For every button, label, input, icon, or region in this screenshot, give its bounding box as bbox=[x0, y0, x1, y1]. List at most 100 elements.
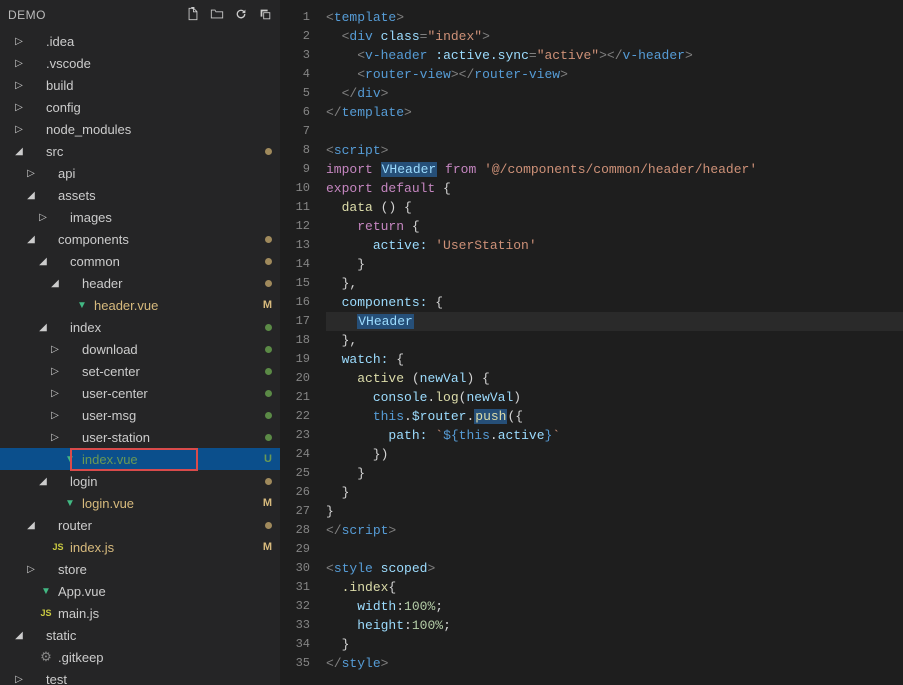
file-label: src bbox=[46, 144, 265, 159]
code-line[interactable]: return { bbox=[326, 217, 903, 236]
new-folder-icon[interactable] bbox=[210, 7, 224, 24]
code-line[interactable]: } bbox=[326, 464, 903, 483]
code-line[interactable]: } bbox=[326, 255, 903, 274]
code-line[interactable] bbox=[326, 540, 903, 559]
code-line[interactable]: </style> bbox=[326, 654, 903, 673]
file-item[interactable]: ▼index.vueU bbox=[0, 448, 280, 470]
code-line[interactable] bbox=[326, 122, 903, 141]
git-status-dot bbox=[265, 412, 272, 419]
file-item[interactable]: ▼header.vueM bbox=[0, 294, 280, 316]
gear-icon: ⚙ bbox=[38, 649, 54, 665]
folder-item[interactable]: ▷ api bbox=[0, 162, 280, 184]
file-label: images bbox=[70, 210, 272, 225]
folder-item[interactable]: ▷user-center bbox=[0, 382, 280, 404]
file-label: .gitkeep bbox=[58, 650, 272, 665]
code-line[interactable]: <div class="index"> bbox=[326, 27, 903, 46]
folder-item[interactable]: ▷.vscode bbox=[0, 52, 280, 74]
code-line[interactable]: path: `${this.active}` bbox=[326, 426, 903, 445]
git-status-dot bbox=[265, 390, 272, 397]
file-label: test bbox=[46, 672, 272, 685]
folder-item[interactable]: ◢index bbox=[0, 316, 280, 338]
line-number: 29 bbox=[280, 540, 310, 559]
folder-item[interactable]: ▷ images bbox=[0, 206, 280, 228]
chevron-icon: ◢ bbox=[48, 278, 62, 289]
folder-item[interactable]: ◢static bbox=[0, 624, 280, 646]
file-item[interactable]: ⚙ .gitkeep bbox=[0, 646, 280, 668]
code-line[interactable]: active: 'UserStation' bbox=[326, 236, 903, 255]
line-number: 20 bbox=[280, 369, 310, 388]
code-line[interactable]: <v-header :active.sync="active"></v-head… bbox=[326, 46, 903, 65]
folder-item[interactable]: ◢assets bbox=[0, 184, 280, 206]
folder-item[interactable]: ◢router bbox=[0, 514, 280, 536]
folder-item[interactable]: ◢components bbox=[0, 228, 280, 250]
folder-item[interactable]: ▷user-station bbox=[0, 426, 280, 448]
code-line[interactable]: } bbox=[326, 483, 903, 502]
folder-item[interactable]: ◢login bbox=[0, 470, 280, 492]
code-line[interactable]: width:100%; bbox=[326, 597, 903, 616]
folder-item[interactable]: ▷build bbox=[0, 74, 280, 96]
code-line[interactable]: import VHeader from '@/components/common… bbox=[326, 160, 903, 179]
file-label: main.js bbox=[58, 606, 272, 621]
line-number: 18 bbox=[280, 331, 310, 350]
file-label: .vscode bbox=[46, 56, 272, 71]
new-file-icon[interactable] bbox=[186, 7, 200, 24]
folder-item[interactable]: ▷.idea bbox=[0, 30, 280, 52]
file-label: common bbox=[70, 254, 265, 269]
folder-item[interactable]: ▷download bbox=[0, 338, 280, 360]
code-content[interactable]: <template> <div class="index"> <v-header… bbox=[326, 0, 903, 685]
chevron-icon: ◢ bbox=[36, 322, 50, 333]
line-number: 32 bbox=[280, 597, 310, 616]
folder-item[interactable]: ▷node_modules bbox=[0, 118, 280, 140]
folder-item[interactable]: ▷set-center bbox=[0, 360, 280, 382]
code-line[interactable]: } bbox=[326, 502, 903, 521]
code-line[interactable]: components: { bbox=[326, 293, 903, 312]
code-line[interactable]: console.log(newVal) bbox=[326, 388, 903, 407]
code-line[interactable]: }) bbox=[326, 445, 903, 464]
folder-item[interactable]: ▷store bbox=[0, 558, 280, 580]
chevron-icon: ◢ bbox=[36, 256, 50, 267]
file-label: assets bbox=[58, 188, 272, 203]
code-line[interactable]: } bbox=[326, 635, 903, 654]
folder-item[interactable]: ▷config bbox=[0, 96, 280, 118]
file-item[interactable]: JSindex.jsM bbox=[0, 536, 280, 558]
code-line[interactable]: }, bbox=[326, 274, 903, 293]
code-line[interactable]: </script> bbox=[326, 521, 903, 540]
chevron-icon: ▷ bbox=[36, 212, 50, 223]
file-label: api bbox=[58, 166, 272, 181]
code-line[interactable]: export default { bbox=[326, 179, 903, 198]
code-line[interactable]: <template> bbox=[326, 8, 903, 27]
line-number: 35 bbox=[280, 654, 310, 673]
folder-item[interactable]: ◢src bbox=[0, 140, 280, 162]
folder-item[interactable]: ▷user-msg bbox=[0, 404, 280, 426]
code-line[interactable]: </div> bbox=[326, 84, 903, 103]
folder-item[interactable]: ◢ common bbox=[0, 250, 280, 272]
code-line[interactable]: <script> bbox=[326, 141, 903, 160]
code-line[interactable]: <style scoped> bbox=[326, 559, 903, 578]
line-number: 3 bbox=[280, 46, 310, 65]
code-line[interactable]: active (newVal) { bbox=[326, 369, 903, 388]
code-line[interactable]: </template> bbox=[326, 103, 903, 122]
folder-item[interactable]: ▷test bbox=[0, 668, 280, 685]
code-line[interactable]: height:100%; bbox=[326, 616, 903, 635]
line-number: 21 bbox=[280, 388, 310, 407]
file-item[interactable]: ▼App.vue bbox=[0, 580, 280, 602]
chevron-icon: ◢ bbox=[12, 630, 26, 641]
file-item[interactable]: ▼login.vueM bbox=[0, 492, 280, 514]
code-line[interactable]: VHeader bbox=[326, 312, 903, 331]
code-line[interactable]: }, bbox=[326, 331, 903, 350]
file-item[interactable]: JSmain.js bbox=[0, 602, 280, 624]
code-editor[interactable]: 1234567891011121314151617181920212223242… bbox=[280, 0, 903, 685]
folder-item[interactable]: ◢header bbox=[0, 272, 280, 294]
refresh-icon[interactable] bbox=[234, 7, 248, 24]
chevron-icon: ▷ bbox=[12, 36, 26, 47]
chevron-icon: ▷ bbox=[24, 168, 38, 179]
collapse-all-icon[interactable] bbox=[258, 7, 272, 24]
line-number: 26 bbox=[280, 483, 310, 502]
code-line[interactable]: data () { bbox=[326, 198, 903, 217]
code-line[interactable]: <router-view></router-view> bbox=[326, 65, 903, 84]
line-number: 9 bbox=[280, 160, 310, 179]
file-explorer-sidebar: DEMO ▷.idea▷.vscode▷build▷config▷node_mo… bbox=[0, 0, 280, 685]
code-line[interactable]: .index{ bbox=[326, 578, 903, 597]
code-line[interactable]: watch: { bbox=[326, 350, 903, 369]
code-line[interactable]: this.$router.push({ bbox=[326, 407, 903, 426]
